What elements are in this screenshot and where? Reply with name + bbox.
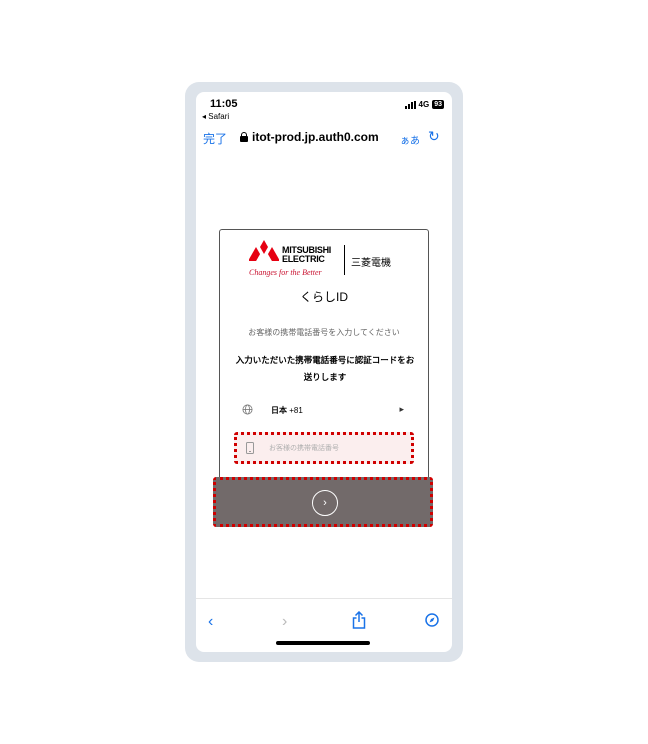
- globe-icon: [242, 404, 253, 415]
- brand-line2: ELECTRIC: [282, 254, 325, 264]
- verification-message: 入力いただいた携帯電話番号に認証コードをお送りします: [235, 355, 415, 382]
- done-button[interactable]: 完了: [203, 130, 227, 147]
- address-bar[interactable]: itot-prod.jp.auth0.com: [240, 130, 379, 144]
- country-selector[interactable]: 日本 +81 ▸: [220, 402, 428, 418]
- page-title: くらしID: [299, 290, 348, 304]
- country-code: +81: [289, 406, 303, 415]
- lock-icon: [240, 132, 248, 142]
- back-button[interactable]: ‹: [208, 613, 213, 631]
- submit-button[interactable]: ›: [213, 477, 433, 527]
- back-to-app-link[interactable]: ◂ Safari: [202, 112, 229, 121]
- country-label: 日本 +81: [271, 405, 303, 416]
- network-label: 4G: [418, 100, 430, 109]
- compass-icon[interactable]: [425, 613, 439, 627]
- brand-tagline: Changes for the Better: [249, 268, 322, 277]
- mobile-phone-icon: [246, 442, 254, 454]
- battery-icon: 93: [432, 100, 444, 109]
- arrow-right-icon: ›: [312, 490, 338, 516]
- text-size-button[interactable]: ぁあ: [400, 132, 420, 147]
- status-time: 11:05: [210, 98, 238, 110]
- logo-divider: [344, 245, 345, 275]
- home-indicator[interactable]: [276, 641, 370, 645]
- url-text: itot-prod.jp.auth0.com: [252, 130, 379, 144]
- brand-japanese: 三菱電機: [351, 258, 391, 269]
- phone-number-input[interactable]: [269, 441, 409, 455]
- three-diamonds-icon: [249, 240, 279, 261]
- country-name: 日本: [271, 406, 287, 415]
- company-logo: MITSUBISHI ELECTRIC 三菱電機 Changes for the…: [248, 240, 408, 280]
- share-icon[interactable]: [352, 611, 366, 629]
- phone-number-field[interactable]: [234, 432, 414, 464]
- chevron-right-icon: ▸: [399, 404, 404, 414]
- reload-icon[interactable]: ↻: [428, 128, 440, 145]
- signal-icon: [404, 100, 416, 109]
- instruction-text: お客様の携帯電話番号を入力してください: [248, 328, 400, 337]
- forward-button[interactable]: ›: [282, 613, 287, 631]
- status-indicators: 4G 93: [404, 100, 444, 109]
